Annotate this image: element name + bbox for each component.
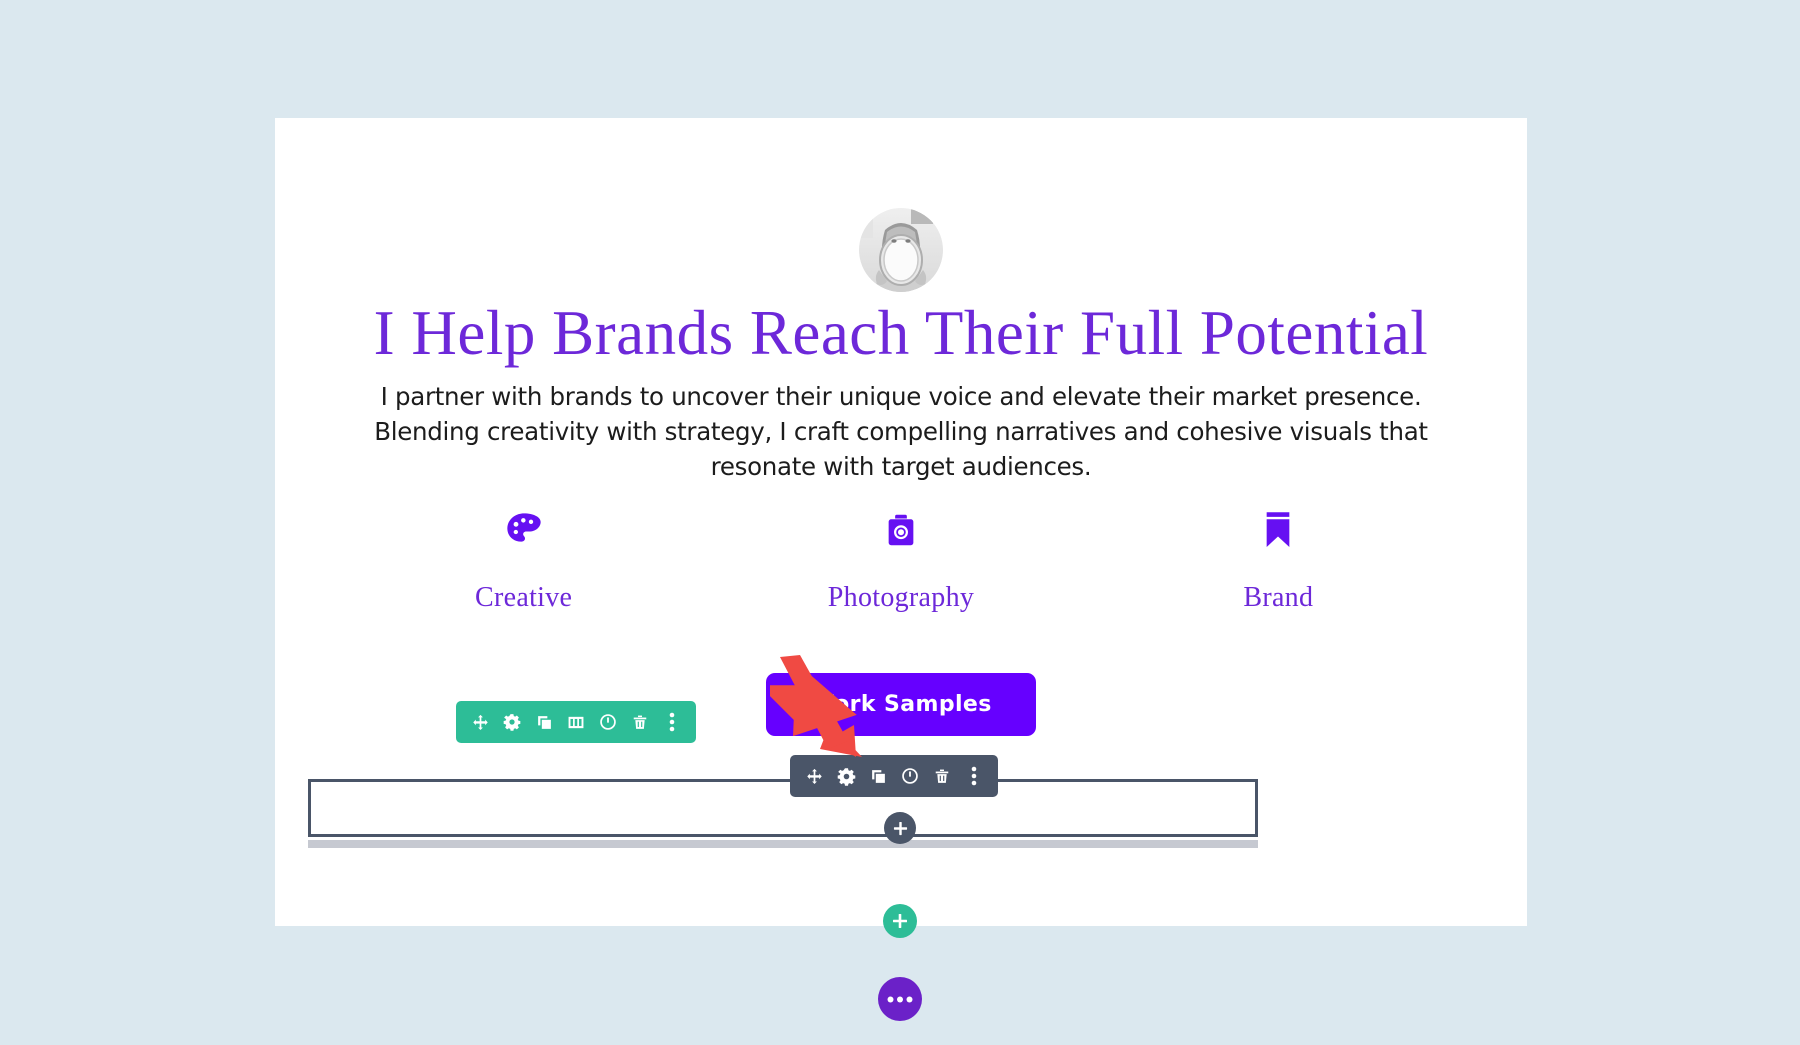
feature-column-photography[interactable]: Photography	[712, 506, 1089, 614]
module-settings-toolbar[interactable]	[456, 701, 696, 743]
power-icon[interactable]	[593, 701, 623, 743]
camera-icon	[712, 506, 1089, 554]
gear-icon[interactable]	[497, 701, 527, 743]
builder-canvas: I Help Brands Reach Their Full Potential…	[0, 0, 1800, 1045]
feature-label-creative: Creative	[475, 582, 573, 613]
columns-icon[interactable]	[561, 701, 591, 743]
feature-row: Creative Photography Brand	[335, 506, 1467, 614]
add-module-button[interactable]	[884, 812, 916, 844]
dots-vertical-icon[interactable]	[657, 701, 687, 743]
bookmark-icon	[1090, 506, 1467, 554]
page-title: I Help Brands Reach Their Full Potential	[373, 298, 1429, 368]
row-settings-toolbar[interactable]	[790, 755, 998, 797]
row-bottom-bar	[308, 840, 1258, 848]
profile-photo	[859, 208, 943, 292]
feature-label-photography: Photography	[827, 582, 975, 613]
subtext-line-3: resonate with target audiences.	[710, 451, 1092, 481]
page-card: I Help Brands Reach Their Full Potential…	[275, 118, 1527, 926]
avatar	[859, 208, 943, 292]
subtext-line-1: I partner with brands to uncover their u…	[380, 382, 1422, 411]
page-subtext: I partner with brands to uncover their u…	[351, 380, 1451, 484]
duplicate-icon[interactable]	[529, 701, 559, 743]
trash-icon[interactable]	[927, 755, 957, 797]
trash-icon[interactable]	[625, 701, 655, 743]
feature-column-creative[interactable]: Creative	[335, 506, 712, 614]
builder-menu-button[interactable]	[878, 977, 922, 1021]
add-row-button[interactable]	[883, 904, 917, 938]
feature-column-brand[interactable]: Brand	[1090, 506, 1467, 614]
move-icon[interactable]	[799, 755, 829, 797]
palette-icon	[335, 506, 712, 554]
feature-label-brand: Brand	[1243, 582, 1314, 613]
subtext-line-2: Blending creativity with strategy, I cra…	[374, 416, 1428, 446]
dots-vertical-icon[interactable]	[959, 755, 989, 797]
duplicate-icon[interactable]	[863, 755, 893, 797]
power-icon[interactable]	[895, 755, 925, 797]
move-icon[interactable]	[465, 701, 495, 743]
gear-icon[interactable]	[831, 755, 861, 797]
work-samples-button[interactable]: Work Samples	[766, 673, 1036, 736]
